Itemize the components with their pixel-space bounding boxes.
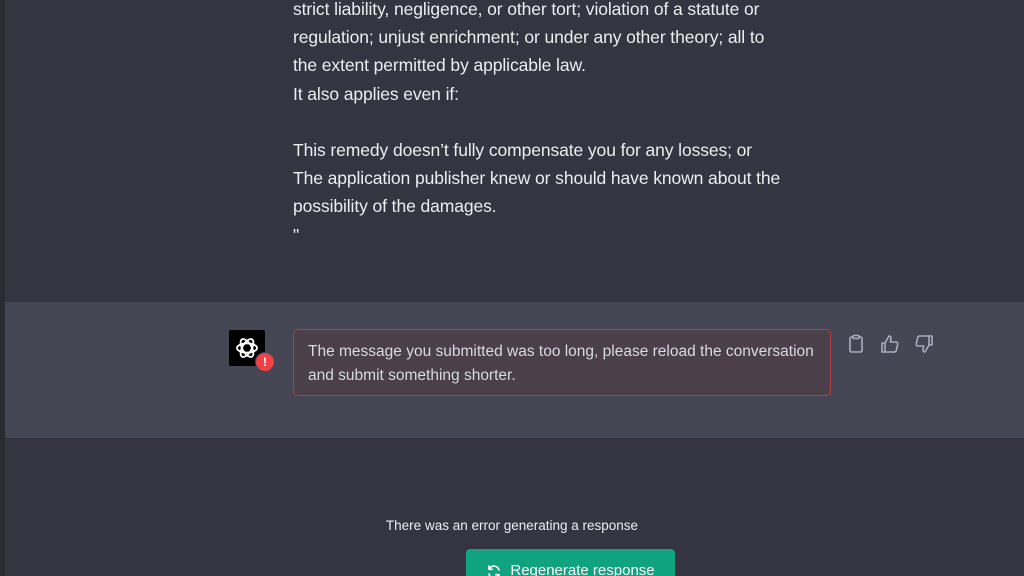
error-badge-icon: ! xyxy=(255,352,275,372)
user-message-line: " xyxy=(293,224,300,245)
user-message-line: the extent permitted by applicable law. xyxy=(293,55,586,76)
regenerate-response-label: Regenerate response xyxy=(510,562,655,576)
assistant-message-row: ! The message you submitted was too long… xyxy=(5,302,1024,438)
chat-page: strict liability, negligence, or other t… xyxy=(0,0,1024,576)
regenerate-response-button[interactable]: Regenerate response xyxy=(466,549,675,576)
thumbs-up-icon[interactable] xyxy=(880,334,900,354)
user-message: strict liability, negligence, or other t… xyxy=(293,0,833,249)
user-message-line: It also applies even if: xyxy=(293,83,459,104)
refresh-icon xyxy=(488,565,501,576)
error-message-box: The message you submitted was too long, … xyxy=(293,329,831,396)
clipboard-icon[interactable] xyxy=(846,334,866,354)
message-actions xyxy=(846,334,934,354)
generation-error-note: There was an error generating a response xyxy=(385,518,639,533)
error-message-text: The message you submitted was too long, … xyxy=(308,343,814,384)
user-message-line: possibility of the damages. xyxy=(293,196,497,217)
user-message-blank-line xyxy=(293,108,833,136)
user-message-line: This remedy doesn’t fully compensate you… xyxy=(293,139,753,160)
user-message-line: regulation; unjust enrichment; or under … xyxy=(293,27,765,48)
sidebar-edge xyxy=(0,0,5,576)
thumbs-down-icon[interactable] xyxy=(914,334,934,354)
user-message-line: strict liability, negligence, or other t… xyxy=(293,0,760,19)
user-message-line: The application publisher knew or should… xyxy=(293,168,781,189)
